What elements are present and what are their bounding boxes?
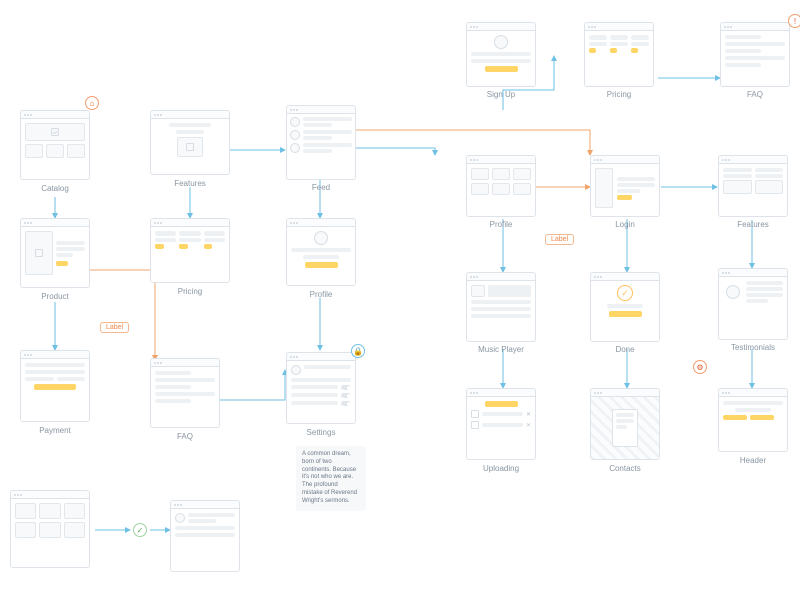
- card-uploading[interactable]: ✕ ✕: [466, 388, 536, 460]
- card-faq2[interactable]: [150, 358, 220, 428]
- card-login[interactable]: [590, 155, 660, 217]
- card-gallery[interactable]: [10, 490, 90, 568]
- card-pricing2[interactable]: [150, 218, 230, 283]
- flow-badge-1: Label: [100, 322, 129, 333]
- card-musicplayer[interactable]: [466, 272, 536, 342]
- label-feed: Feed: [286, 183, 356, 192]
- label-login: Login: [590, 220, 660, 229]
- label-faq2: FAQ: [150, 432, 220, 441]
- card-contacts[interactable]: [590, 388, 660, 460]
- card-product[interactable]: [20, 218, 90, 288]
- lock-icon: 🔒: [351, 344, 365, 358]
- card-testimonials[interactable]: [718, 268, 788, 340]
- card-payment[interactable]: [20, 350, 90, 422]
- card-signup[interactable]: [466, 22, 536, 87]
- label-testimonials: Testimonials: [718, 343, 788, 352]
- annotation-note: A common dream, born of two continents. …: [296, 446, 366, 511]
- label-features: Features: [150, 179, 230, 188]
- label-pricing2: Pricing: [150, 287, 230, 296]
- card-pricing-top[interactable]: [584, 22, 654, 87]
- check-icon: ✓: [617, 285, 633, 301]
- label-header: Header: [718, 456, 788, 465]
- warning-icon: !: [788, 14, 800, 28]
- label-catalog: Catalog: [20, 184, 90, 193]
- label-contacts: Contacts: [590, 464, 660, 473]
- label-faq-top: FAQ: [720, 90, 790, 99]
- label-profile2: Profile: [466, 220, 536, 229]
- card-features2[interactable]: [718, 155, 788, 217]
- card-feed[interactable]: [286, 105, 356, 180]
- flow-badge-2: Label: [545, 234, 574, 245]
- label-profile: Profile: [286, 290, 356, 299]
- label-payment: Payment: [20, 426, 90, 435]
- card-header[interactable]: [718, 388, 788, 452]
- label-product: Product: [20, 292, 90, 301]
- label-settings: Settings: [286, 428, 356, 437]
- card-done[interactable]: ✓: [590, 272, 660, 342]
- card-userlist[interactable]: [170, 500, 240, 572]
- card-faq-top[interactable]: [720, 22, 790, 87]
- label-uploading: Uploading: [466, 464, 536, 473]
- card-profile2[interactable]: [466, 155, 536, 217]
- card-settings[interactable]: [286, 352, 356, 424]
- check-marker-icon: ✓: [133, 523, 147, 537]
- label-signup: Sign Up: [466, 90, 536, 99]
- label-musicplayer: Music Player: [466, 345, 536, 354]
- card-profile[interactable]: [286, 218, 356, 286]
- flow-connectors: [0, 0, 800, 600]
- label-pricing-top: Pricing: [584, 90, 654, 99]
- label-done: Done: [590, 345, 660, 354]
- label-features2: Features: [718, 220, 788, 229]
- home-icon: ⌂: [85, 96, 99, 110]
- card-features[interactable]: [150, 110, 230, 175]
- wireframe-flow-canvas: Sign Up Pricing FAQ Catalog Features Fee…: [0, 0, 800, 600]
- card-catalog[interactable]: [20, 110, 90, 180]
- gear-icon: ⚙: [693, 360, 707, 374]
